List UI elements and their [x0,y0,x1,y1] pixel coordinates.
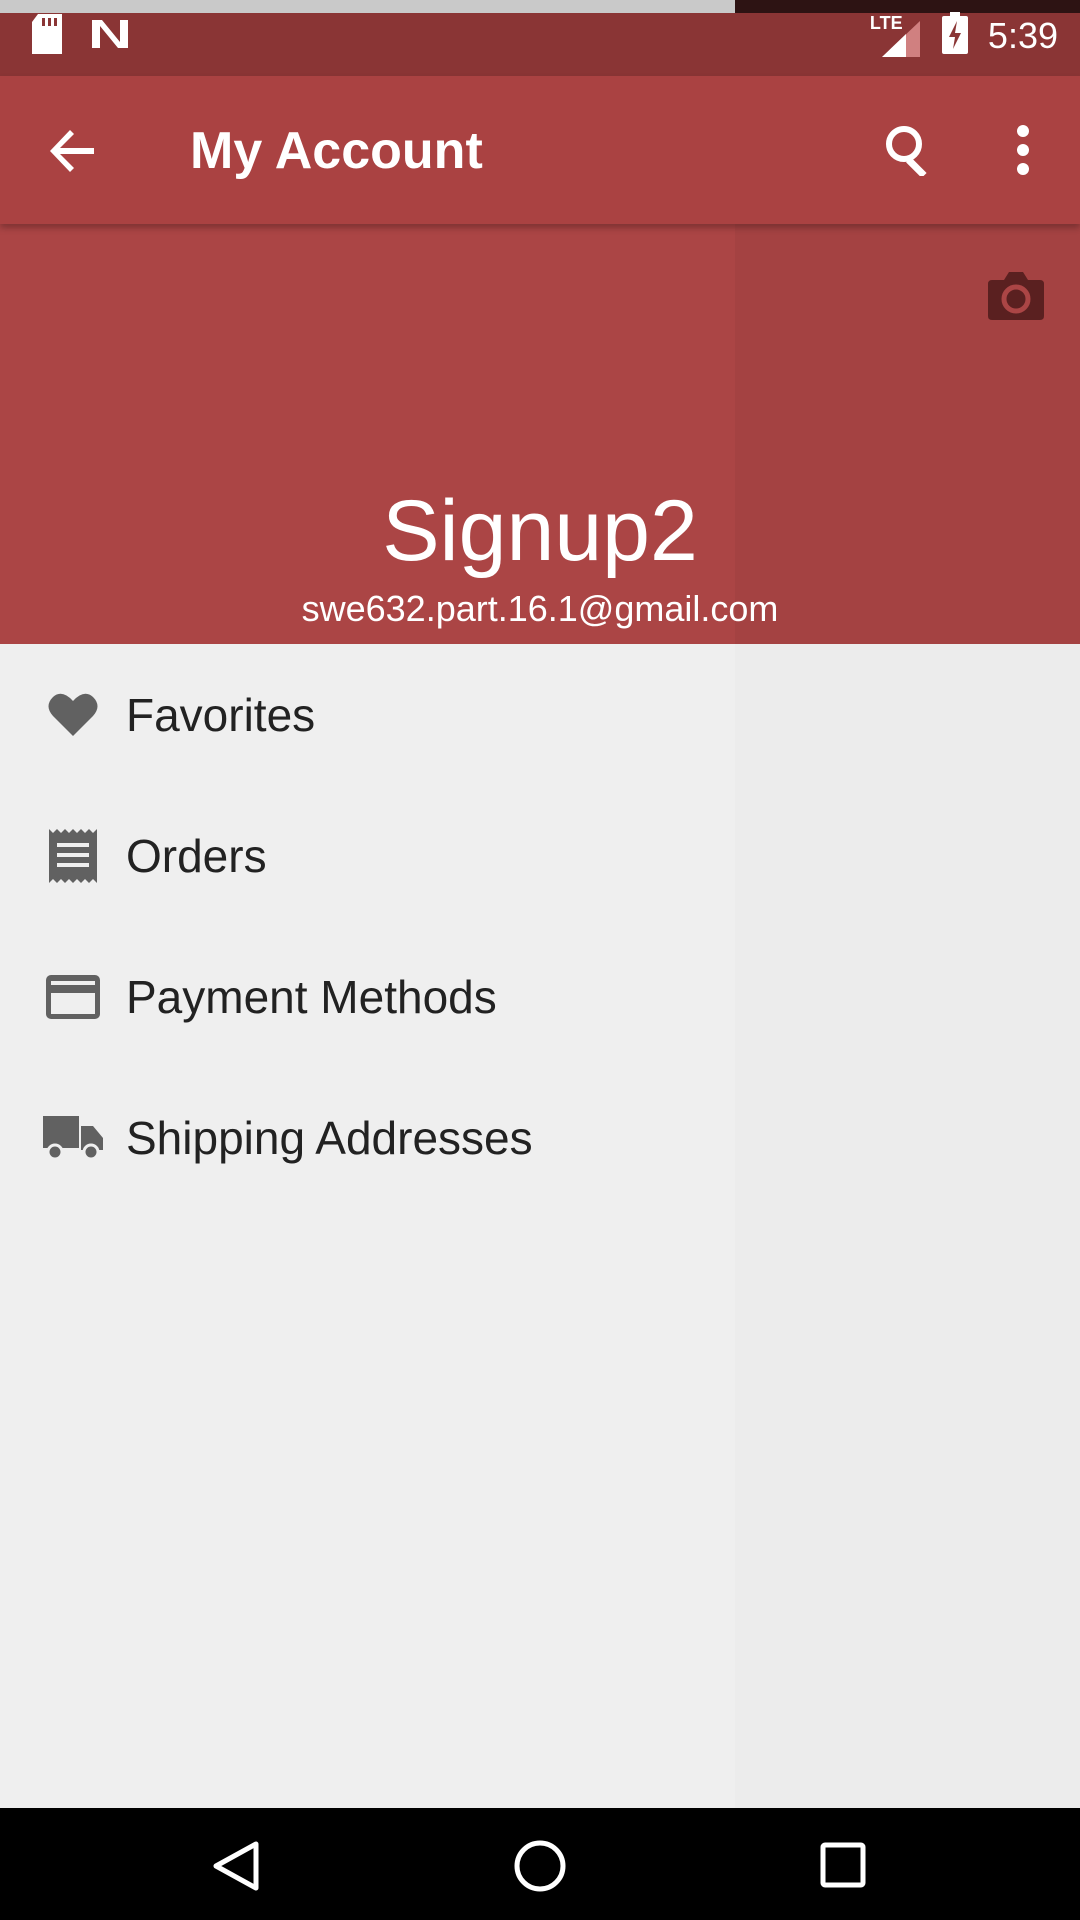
truck-icon [42,1107,104,1169]
status-left-icons [30,14,130,59]
nav-recents-icon[interactable] [820,1842,866,1888]
menu-item-payment-methods[interactable]: Payment Methods [0,926,735,1067]
menu-item-favorites[interactable]: Favorites [0,644,735,785]
nav-home-icon[interactable] [512,1838,568,1894]
app-bar: My Account [0,76,1080,224]
sd-card-icon [30,14,64,59]
credit-card-icon [42,966,104,1028]
status-time: 5:39 [987,14,1058,56]
menu-item-label: Orders [126,829,267,882]
status-bar: LTE 5:39 [0,0,1080,76]
nav-back-icon[interactable] [210,1840,262,1892]
drawer-shade [735,644,1080,1808]
menu-item-shipping-addresses[interactable]: Shipping Addresses [0,1067,735,1208]
lte-signal-icon: LTE [870,13,922,59]
battery-charging-icon [941,12,968,59]
receipt-icon [42,825,104,887]
status-right-icons: LTE 5:39 [870,12,1058,59]
menu-item-label: Favorites [126,688,316,741]
search-icon[interactable] [884,124,936,178]
back-arrow-icon[interactable] [48,126,98,176]
profile-header: Signup2 swe632.part.16.1@gmail.com [0,224,1080,644]
profile-email: swe632.part.16.1@gmail.com [301,588,779,629]
camera-icon[interactable] [988,270,1044,320]
more-vert-icon[interactable] [1010,124,1036,176]
n-notification-icon [90,16,130,57]
system-nav-bar [0,1808,1080,1920]
menu-item-orders[interactable]: Orders [0,785,735,926]
menu-item-label: Shipping Addresses [126,1111,533,1164]
profile-name: Signup2 [382,483,698,579]
heart-icon [42,684,104,746]
page-title: My Account [190,122,483,180]
menu-item-label: Payment Methods [126,970,497,1023]
progress-strip [0,0,735,13]
